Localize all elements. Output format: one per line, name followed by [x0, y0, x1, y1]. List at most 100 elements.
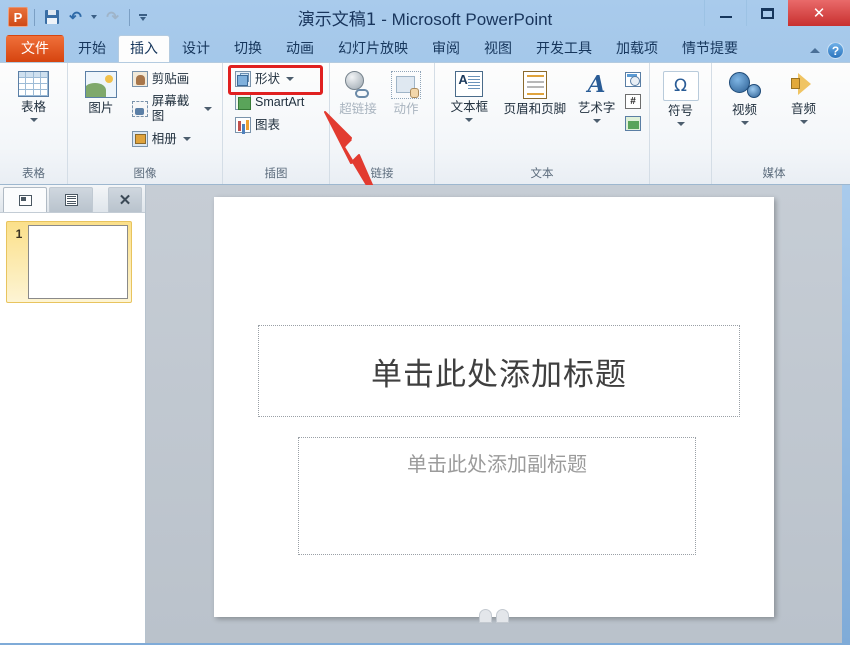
undo-dropdown-button[interactable] [89, 7, 99, 28]
insert-chart-button[interactable]: 图表 [231, 115, 308, 135]
slide-panel-tabs: ✕ [0, 185, 145, 213]
insert-video-button[interactable]: 视频 [718, 67, 771, 125]
tab-slideshow[interactable]: 幻灯片放映 [326, 35, 420, 62]
insert-photoalbum-button[interactable]: 相册 [128, 129, 216, 149]
slide-editing-area[interactable]: 单击此处添加标题 单击此处添加副标题 [146, 185, 842, 643]
action-icon [391, 71, 421, 99]
maximize-icon [761, 8, 774, 19]
group-label-illustrations: 插图 [223, 167, 329, 184]
video-icon [728, 71, 761, 100]
group-label-links: 链接 [330, 167, 434, 184]
date-time-icon [625, 72, 641, 87]
slide-thumbnail-list[interactable]: 1 [0, 213, 145, 643]
chevron-down-icon [30, 118, 38, 122]
window-controls: ✕ [704, 0, 850, 26]
redo-button[interactable]: ↷ [102, 7, 123, 28]
insert-wordart-button[interactable]: A 艺术字 [572, 67, 621, 123]
insert-hyperlink-button[interactable]: 超链接 [336, 67, 380, 117]
chevron-down-icon [741, 121, 749, 125]
insert-smartart-button[interactable]: SmartArt [231, 92, 308, 112]
slides-tab-icon [19, 195, 32, 206]
ribbon-group-symbols: Ω 符号 [650, 63, 712, 184]
save-button[interactable] [41, 7, 62, 28]
chevron-down-icon [183, 137, 191, 141]
powerpoint-window: P ↶ ↷ 演示文稿1 - Microsoft [0, 0, 850, 645]
insert-action-label: 动作 [393, 102, 418, 117]
maximize-button[interactable] [746, 0, 788, 26]
photoalbum-icon [132, 131, 148, 147]
insert-screenshot-button[interactable]: 屏幕截图 [128, 92, 216, 126]
tab-addins[interactable]: 加载项 [604, 35, 670, 62]
customize-qat-button[interactable] [136, 7, 150, 28]
tab-developer[interactable]: 开发工具 [524, 35, 604, 62]
tab-animations[interactable]: 动画 [274, 35, 326, 62]
insert-shapes-button[interactable]: 形状 [231, 69, 308, 89]
insert-audio-button[interactable]: 音频 [777, 67, 830, 124]
tab-home[interactable]: 开始 [66, 35, 118, 62]
slide-panel-tab-outline[interactable] [49, 187, 93, 212]
insert-table-button[interactable]: 表格 [6, 67, 61, 122]
chevron-down-icon [91, 15, 97, 19]
slide-canvas[interactable]: 单击此处添加标题 单击此处添加副标题 [214, 197, 774, 617]
undo-button[interactable]: ↶ [65, 7, 86, 28]
chevron-down-icon [286, 77, 294, 81]
ribbon-tab-controls: ? [810, 42, 844, 59]
slide-panel-close-button[interactable]: ✕ [108, 187, 142, 212]
undo-icon: ↶ [69, 10, 82, 25]
minimize-button[interactable] [704, 0, 746, 26]
title-placeholder[interactable]: 单击此处添加标题 [258, 325, 740, 417]
minimize-icon [720, 16, 732, 18]
insert-header-footer-label: 页眉和页脚 [504, 102, 567, 117]
tab-insert[interactable]: 插入 [118, 35, 170, 62]
help-icon[interactable]: ? [827, 42, 844, 59]
ribbon-tabs: 文件 开始 插入 设计 切换 动画 幻灯片放映 审阅 视图 开发工具 加载项 情… [0, 34, 850, 62]
subtitle-placeholder[interactable]: 单击此处添加副标题 [298, 437, 696, 555]
insert-symbol-button[interactable]: Ω 符号 [656, 67, 705, 126]
insert-picture-button[interactable]: 图片 [74, 67, 128, 116]
chevron-down-icon [593, 119, 601, 123]
insert-chart-label: 图表 [255, 118, 280, 133]
insert-object-button[interactable] [623, 115, 643, 132]
insert-action-button[interactable]: 动作 [384, 67, 428, 117]
insert-date-time-button[interactable] [623, 71, 643, 88]
powerpoint-logo-icon[interactable]: P [8, 7, 28, 27]
toolbar-divider-2 [129, 9, 130, 26]
group-label-table: 表格 [0, 167, 67, 184]
slide-thumbnail-row[interactable]: 1 [6, 221, 139, 303]
insert-smartart-label: SmartArt [255, 95, 304, 110]
screenshot-icon [132, 101, 148, 117]
insert-clipart-label: 剪贴画 [152, 72, 190, 87]
smartart-icon [235, 94, 251, 110]
symbol-icon: Ω [663, 71, 699, 101]
tab-transitions[interactable]: 切换 [222, 35, 274, 62]
ribbon-group-illustrations: 形状 SmartArt 图表 插图 [223, 63, 330, 184]
group-label-symbols [650, 167, 711, 184]
document-name: 演示文稿1 [298, 10, 377, 30]
insert-textbox-button[interactable]: A 文本框 [441, 67, 498, 122]
insert-picture-label: 图片 [88, 101, 113, 116]
window-right-edge [842, 185, 850, 643]
collapse-ribbon-icon[interactable] [810, 48, 820, 53]
slide-thumbnail-1[interactable]: 1 [6, 221, 132, 303]
header-footer-icon [523, 71, 547, 99]
tab-review[interactable]: 审阅 [420, 35, 472, 62]
object-icon [625, 116, 641, 131]
tab-view[interactable]: 视图 [472, 35, 524, 62]
group-label-images: 图像 [68, 167, 222, 184]
insert-clipart-button[interactable]: 剪贴画 [128, 69, 216, 89]
insert-symbol-label: 符号 [668, 104, 693, 119]
insert-header-footer-button[interactable]: 页眉和页脚 [500, 67, 570, 117]
picture-icon [85, 71, 117, 98]
insert-table-label: 表格 [21, 100, 46, 115]
quick-access-toolbar: P ↶ ↷ [0, 7, 150, 28]
slide-thumbnail-preview [28, 225, 128, 299]
close-button[interactable]: ✕ [788, 0, 850, 26]
chevron-down-icon [800, 120, 808, 124]
slide-panel-tab-slides[interactable] [3, 187, 47, 212]
group-label-media: 媒体 [712, 167, 836, 184]
tab-file[interactable]: 文件 [6, 35, 64, 62]
work-area: ✕ 1 单击此处添加标题 单击此处添加副标题 [0, 185, 850, 643]
tab-storyboard[interactable]: 情节提要 [670, 35, 750, 62]
tab-design[interactable]: 设计 [170, 35, 222, 62]
insert-slide-number-button[interactable]: # [623, 93, 643, 110]
